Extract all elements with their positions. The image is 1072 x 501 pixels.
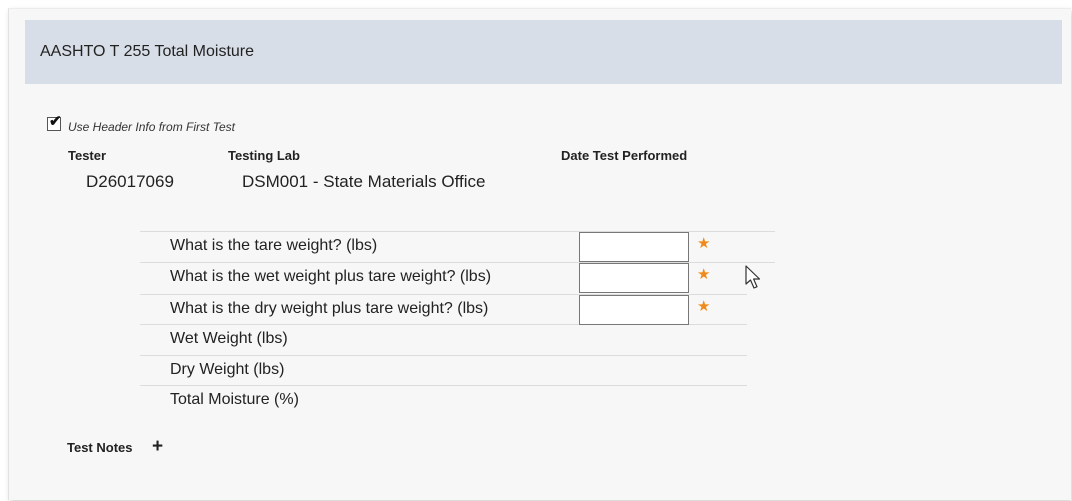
use-header-info-label: Use Header Info from First Test	[68, 120, 235, 134]
required-star-icon: ★	[697, 266, 711, 283]
question-label: What is the wet weight plus tare weight?…	[170, 268, 492, 285]
mouse-pointer-icon	[745, 265, 761, 289]
required-star-icon: ★	[697, 298, 711, 315]
tester-header: Tester	[68, 148, 107, 163]
question-label: What is the dry weight plus tare weight?…	[170, 300, 489, 317]
tare-weight-input[interactable]	[579, 232, 689, 262]
test-title: AASHTO T 255 Total Moisture	[40, 43, 255, 60]
result-label: Total Moisture (%)	[170, 391, 299, 408]
testing-lab-value: DSM001 - State Materials Office	[242, 172, 486, 191]
test-notes-label: Test Notes	[67, 440, 133, 455]
result-row-total-moisture: Total Moisture (%)	[140, 385, 747, 415]
date-test-performed-header: Date Test Performed	[561, 148, 688, 163]
wet-plus-tare-weight-input[interactable]	[579, 263, 689, 293]
question-label: What is the tare weight? (lbs)	[170, 237, 378, 254]
required-star-icon: ★	[697, 235, 711, 252]
result-row-wet-weight: Wet Weight (lbs)	[140, 325, 747, 354]
use-header-info-checkbox[interactable]: ✔	[47, 113, 62, 131]
checkmark-icon: ✔	[49, 113, 62, 130]
test-header-bar: AASHTO T 255 Total Moisture	[25, 20, 1062, 84]
result-label: Dry Weight (lbs)	[170, 361, 285, 378]
add-test-note-button[interactable]: +	[152, 436, 163, 458]
result-label: Wet Weight (lbs)	[170, 330, 288, 347]
tester-value: D26017069	[86, 172, 174, 191]
testing-lab-header: Testing Lab	[228, 148, 300, 163]
dry-plus-tare-weight-input[interactable]	[579, 295, 689, 325]
result-row-dry-weight: Dry Weight (lbs)	[140, 355, 747, 385]
